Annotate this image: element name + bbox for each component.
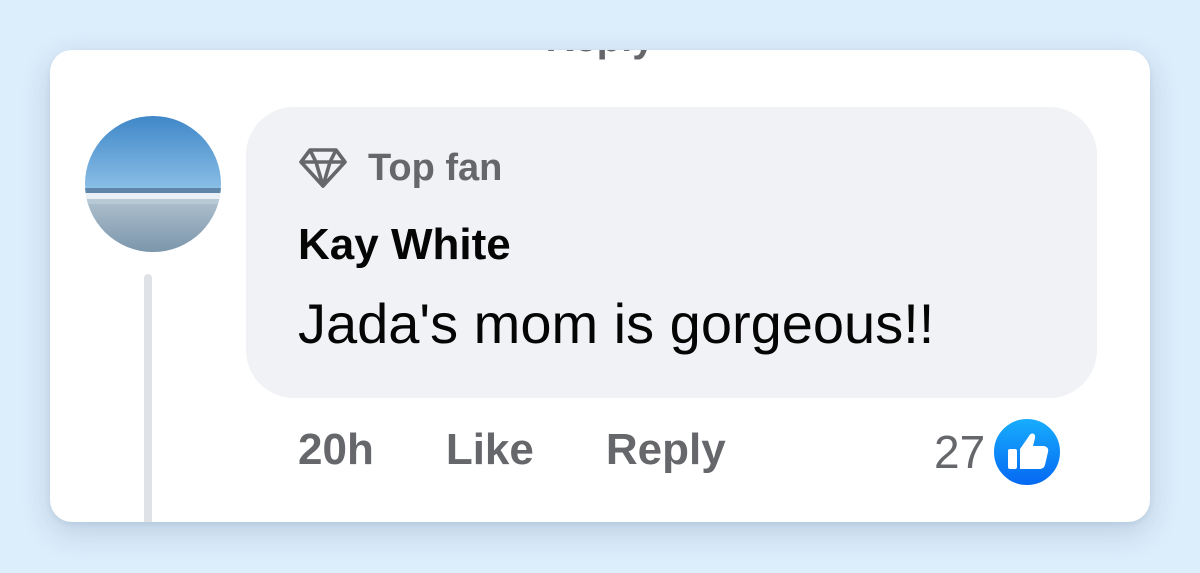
badge-label: Top fan [368, 147, 503, 189]
comment-card: Reply [50, 50, 1150, 522]
like-reaction-icon [992, 417, 1063, 487]
previous-comment-cutoff-text: Reply [50, 50, 1150, 61]
thread-line [144, 274, 152, 522]
avatar-beach-photo [85, 116, 221, 252]
reaction-count: 27 [934, 426, 986, 478]
diamond-icon [299, 148, 347, 188]
top-fan-badge[interactable]: Top fan [298, 145, 502, 191]
timestamp[interactable]: 20h [298, 422, 374, 478]
reply-button[interactable]: Reply [606, 422, 726, 478]
comment-bubble: Top fan Kay White Jada's mom is gorgeous… [246, 107, 1097, 398]
avatar[interactable] [85, 116, 221, 252]
comment-text: Jada's mom is gorgeous!! [298, 292, 935, 355]
like-button[interactable]: Like [446, 422, 534, 478]
reaction-summary[interactable]: 27 [934, 416, 1063, 488]
author-name[interactable]: Kay White [298, 219, 511, 271]
comment-actions: 20h Like Reply [298, 422, 726, 478]
